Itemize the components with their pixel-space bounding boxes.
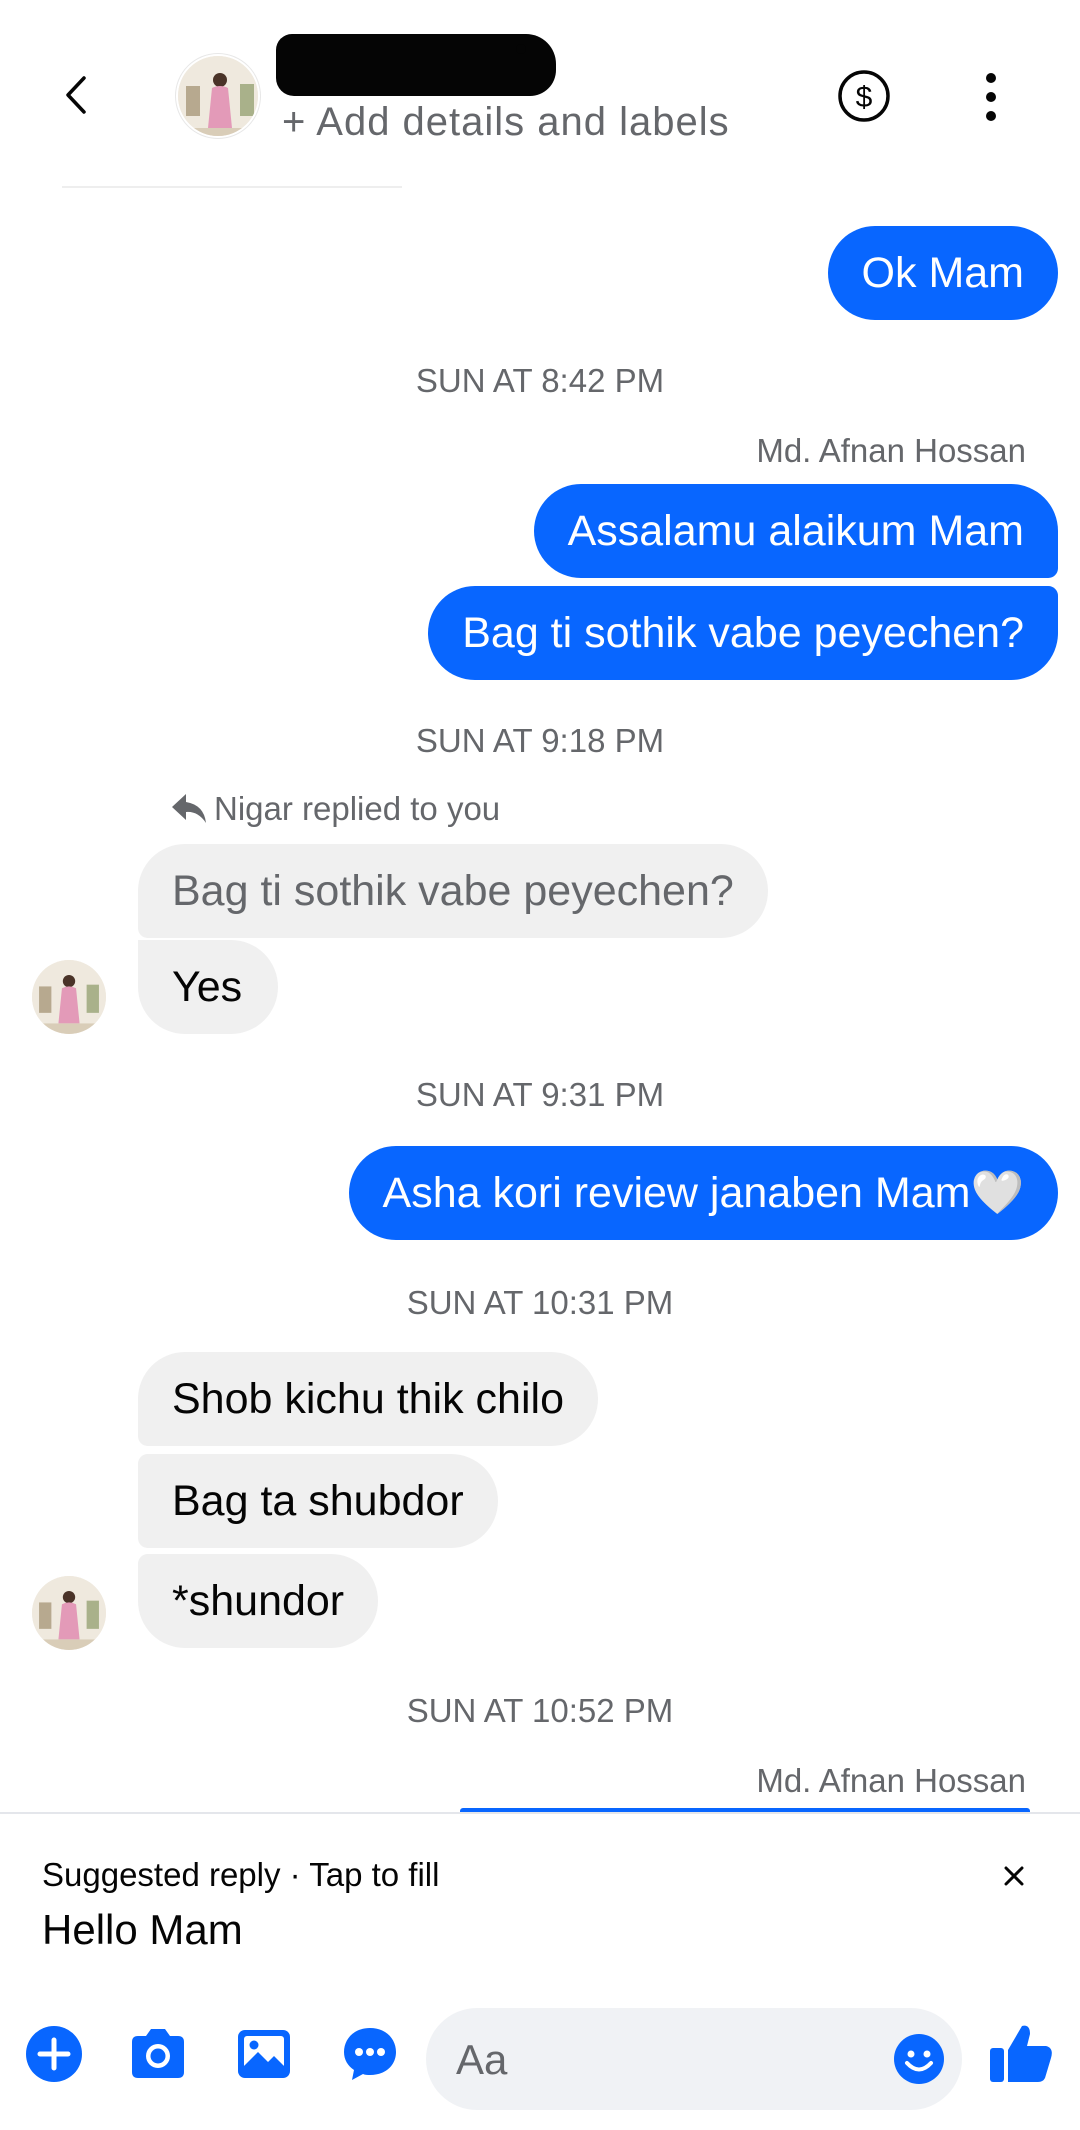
- redacted-contact-name: [276, 34, 556, 96]
- incoming-message[interactable]: *shundor: [138, 1554, 379, 1648]
- vertical-dots-icon[interactable]: [978, 70, 1004, 124]
- suggested-reply-text[interactable]: Hello Mam: [42, 1906, 243, 1954]
- reply-arrow-icon: [172, 794, 206, 823]
- redaction-mark: [516, 44, 526, 54]
- svg-text:$: $: [856, 81, 873, 114]
- quoted-message[interactable]: Bag ti sothik vabe peyechen?: [138, 844, 768, 938]
- incoming-message[interactable]: Bag ta shubdor: [138, 1454, 498, 1548]
- add-details-link[interactable]: + Add details and labels: [282, 100, 730, 145]
- timestamp: SUN AT 10:31 PM: [406, 1284, 674, 1321]
- suggested-reply-panel[interactable]: Suggested reply · Tap to fill Hello Mam: [0, 1812, 1080, 1988]
- plus-circle-icon[interactable]: [22, 2022, 86, 2086]
- timestamp: SUN AT 8:42 PM: [415, 362, 665, 399]
- outgoing-message[interactable]: Bag ti sothik vabe peyechen?: [428, 586, 1058, 680]
- message-input-placeholder: Aa: [456, 2036, 508, 2083]
- timestamp: SUN AT 9:18 PM: [415, 722, 665, 759]
- timestamp: SUN AT 10:52 PM: [406, 1692, 674, 1729]
- sender-name: Md. Afnan Hossan: [756, 1762, 1026, 1799]
- chat-more-icon[interactable]: [338, 2022, 402, 2086]
- reply-indicator: Nigar replied to you: [170, 790, 500, 828]
- chat-header: + Add details and labels $: [0, 0, 1080, 180]
- outgoing-message[interactable]: Ok Mam: [827, 226, 1058, 320]
- timestamp: SUN AT 9:31 PM: [415, 1076, 665, 1113]
- message-input[interactable]: Aa: [426, 2008, 962, 2110]
- dollar-circle-icon[interactable]: $: [836, 68, 892, 124]
- chevron-left-icon[interactable]: [52, 70, 102, 120]
- contact-avatar-small[interactable]: [32, 960, 106, 1034]
- incoming-message[interactable]: Shob kichu thik chilo: [138, 1352, 598, 1446]
- incoming-message[interactable]: Yes: [138, 940, 278, 1034]
- previous-item-edge: [62, 186, 402, 188]
- emoji-icon[interactable]: [892, 2032, 946, 2086]
- contact-avatar[interactable]: [176, 54, 260, 138]
- outgoing-message[interactable]: Asha kori review janaben Mam🤍: [348, 1146, 1058, 1240]
- reply-label-text: Nigar replied to you: [214, 790, 501, 827]
- camera-icon[interactable]: [126, 2022, 190, 2086]
- gallery-icon[interactable]: [232, 2022, 296, 2086]
- sender-name: Md. Afnan Hossan: [756, 432, 1026, 469]
- contact-avatar-small[interactable]: [32, 1576, 106, 1650]
- suggested-reply-heading: Suggested reply · Tap to fill: [42, 1856, 440, 1893]
- thumbs-up-icon[interactable]: [986, 2018, 1056, 2088]
- close-icon[interactable]: [996, 1858, 1032, 1894]
- message-composer: Aa: [0, 1988, 1080, 2130]
- outgoing-message[interactable]: Assalamu alaikum Mam: [533, 484, 1058, 578]
- messenger-chat-screen: + Add details and labels $ Ok Mam SUN AT…: [0, 0, 1080, 2130]
